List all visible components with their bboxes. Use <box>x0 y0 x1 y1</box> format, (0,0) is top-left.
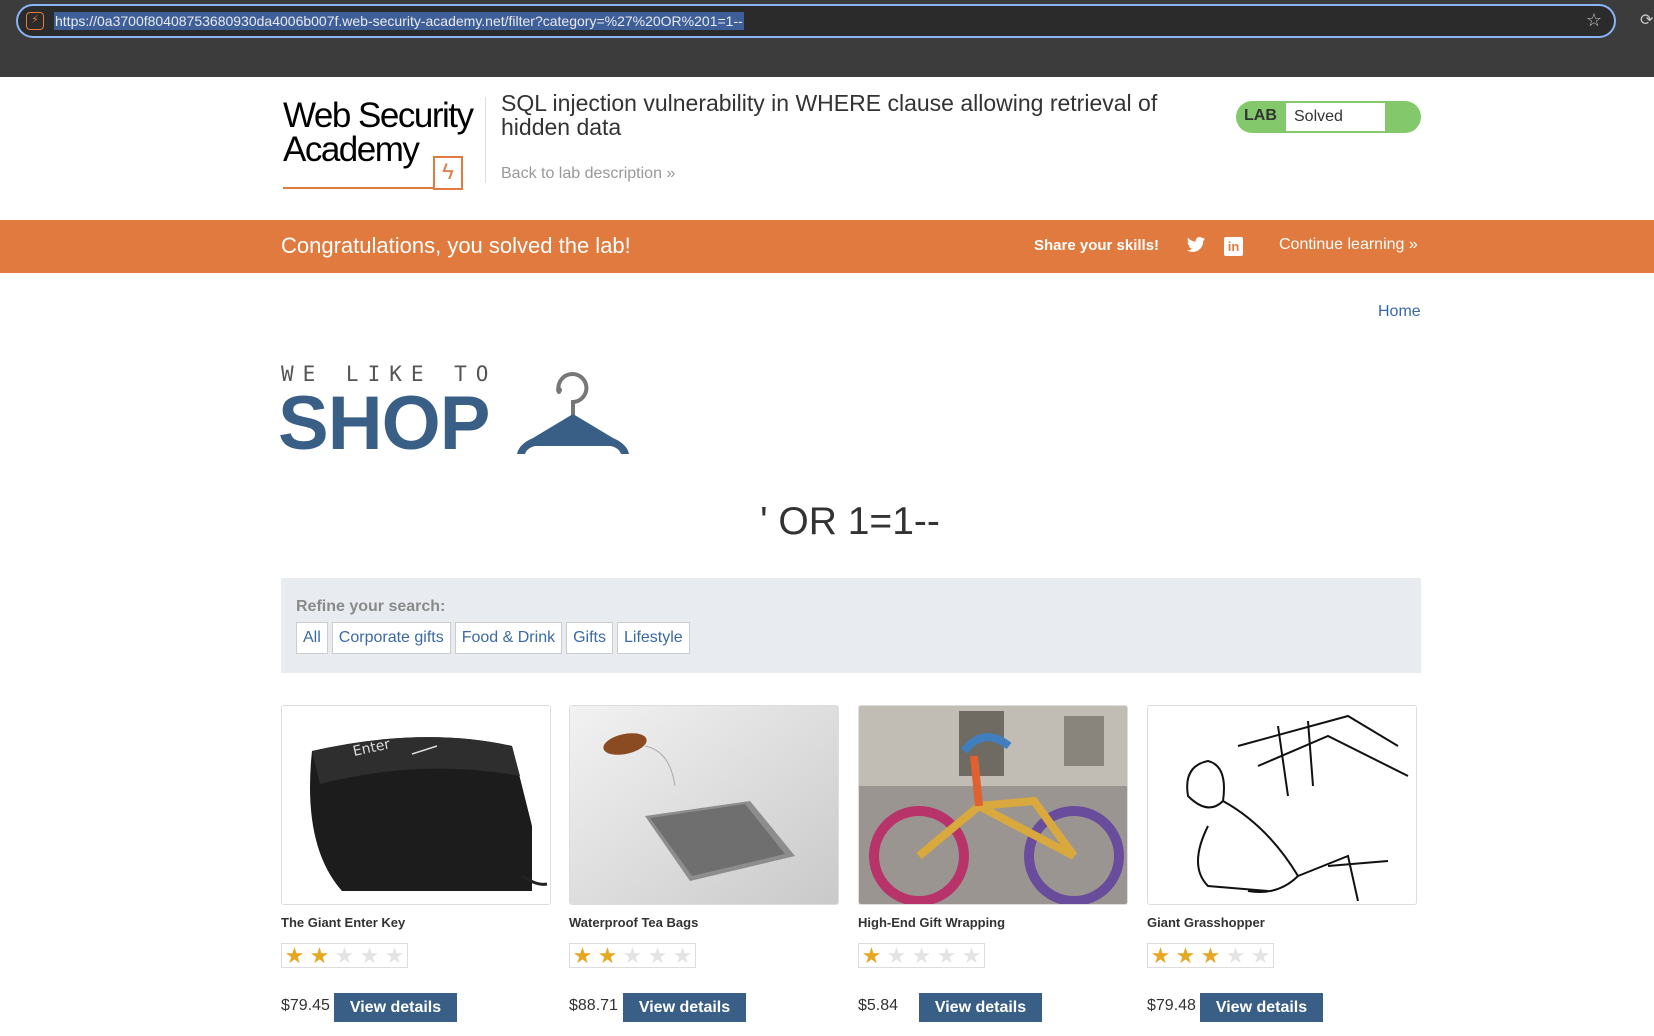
product-card: Giant Grasshopper ★ ★ ★ ★ ★ $79.48 View … <box>1147 705 1417 1022</box>
extensions-icon[interactable]: ⟳ <box>1640 10 1653 30</box>
congratulations-banner: Congratulations, you solved the lab! Sha… <box>0 220 1654 273</box>
lightning-bolt-icon: ϟ <box>433 156 463 190</box>
lab-header: Web Security Academy ϟ SQL injection vul… <box>0 77 1654 220</box>
tea-bag-image <box>570 706 838 904</box>
product-name: The Giant Enter Key <box>281 915 406 930</box>
product-price: $79.48 <box>1147 997 1196 1014</box>
logo-line1: Web Security <box>283 96 474 135</box>
lab-status-badge: LAB Solved <box>1236 101 1421 133</box>
product-price: $79.45 <box>281 997 330 1014</box>
star-rating: ★ ★ ★ ★ ★ <box>1147 943 1274 968</box>
star-filled-icon: ★ <box>1150 943 1171 968</box>
view-details-button[interactable]: View details <box>623 993 746 1022</box>
site-favicon-icon: ⚡ <box>26 12 44 30</box>
logo-underline <box>283 187 433 189</box>
product-card: Enter The Giant Enter Key ★ ★ ★ ★ ★ $79.… <box>281 705 551 1022</box>
knitted-bicycle-image <box>859 706 1127 904</box>
star-filled-icon: ★ <box>597 943 618 968</box>
web-security-academy-logo[interactable]: Web Security Academy ϟ <box>283 96 483 190</box>
banner-message: Congratulations, you solved the lab! <box>281 233 631 258</box>
star-rating: ★ ★ ★ ★ ★ <box>858 943 985 968</box>
star-empty-icon: ★ <box>1225 943 1246 968</box>
product-name: Giant Grasshopper <box>1147 915 1265 930</box>
product-image <box>858 705 1128 905</box>
logo-line2: Academy <box>283 130 420 169</box>
product-image <box>1147 705 1417 905</box>
star-filled-icon: ★ <box>284 943 305 968</box>
shop-brand: SHOP <box>278 381 490 466</box>
star-empty-icon: ★ <box>672 943 693 968</box>
star-filled-icon: ★ <box>572 943 593 968</box>
double-chevron-right-icon: » <box>666 165 676 182</box>
hanger-icon <box>517 372 629 454</box>
linkedin-icon[interactable]: in <box>1224 237 1243 256</box>
star-empty-icon: ★ <box>936 943 957 968</box>
address-bar[interactable]: ⚡ https://0a3700f80408753680930da4006b00… <box>16 4 1616 38</box>
star-filled-icon: ★ <box>1200 943 1221 968</box>
twitter-icon[interactable] <box>1186 235 1206 255</box>
product-image <box>569 705 839 905</box>
search-category-heading: ' OR 1=1-- <box>760 500 940 543</box>
lab-title: SQL injection vulnerability in WHERE cla… <box>501 90 1158 140</box>
filter-all[interactable]: All <box>296 622 328 654</box>
view-details-button[interactable]: View details <box>1200 993 1323 1022</box>
star-rating: ★ ★ ★ ★ ★ <box>281 943 408 968</box>
filter-gifts[interactable]: Gifts <box>566 622 613 654</box>
product-card: High-End Gift Wrapping ★ ★ ★ ★ ★ $5.84 V… <box>858 705 1128 1022</box>
grasshopper-sketch-image <box>1148 706 1416 904</box>
shop-logo: WE LIKE TO SHOP <box>278 362 641 466</box>
refine-search-panel: Refine your search: All Corporate gifts … <box>281 578 1421 673</box>
home-link[interactable]: Home <box>1378 303 1421 321</box>
category-filters: All Corporate gifts Food & Drink Gifts L… <box>296 622 690 654</box>
share-skills-label: Share your skills! <box>1034 237 1160 254</box>
lab-status-label: LAB <box>1244 107 1277 124</box>
star-filled-icon: ★ <box>861 943 882 968</box>
star-empty-icon: ★ <box>961 943 982 968</box>
star-empty-icon: ★ <box>334 943 355 968</box>
product-image: Enter <box>281 705 551 905</box>
star-empty-icon: ★ <box>886 943 907 968</box>
header-divider <box>485 97 486 183</box>
continue-learning-link[interactable]: Continue learning » <box>1279 236 1418 254</box>
product-name: High-End Gift Wrapping <box>858 915 1006 930</box>
url-text[interactable]: https://0a3700f80408753680930da4006b007f… <box>54 12 744 30</box>
star-empty-icon: ★ <box>1250 943 1271 968</box>
filter-lifestyle[interactable]: Lifestyle <box>616 622 690 654</box>
star-empty-icon: ★ <box>647 943 668 968</box>
product-price: $5.84 <box>858 997 899 1014</box>
star-filled-icon: ★ <box>1175 943 1196 968</box>
view-details-button[interactable]: View details <box>334 993 457 1022</box>
lab-status-value: Solved <box>1286 103 1385 131</box>
product-price: $88.71 <box>569 997 618 1014</box>
giant-enter-key-image: Enter <box>282 706 550 904</box>
star-rating: ★ ★ ★ ★ ★ <box>569 943 696 968</box>
bookmark-star-icon[interactable]: ☆ <box>1586 10 1602 31</box>
star-empty-icon: ★ <box>622 943 643 968</box>
star-empty-icon: ★ <box>911 943 932 968</box>
double-chevron-right-icon: » <box>1408 236 1418 253</box>
back-to-lab-description-link[interactable]: Back to lab description » <box>501 165 675 183</box>
product-card: Waterproof Tea Bags ★ ★ ★ ★ ★ $88.71 Vie… <box>569 705 839 1022</box>
product-name: Waterproof Tea Bags <box>569 915 699 930</box>
refine-search-label: Refine your search: <box>296 598 446 615</box>
browser-toolbar: ⚡ https://0a3700f80408753680930da4006b00… <box>0 0 1654 77</box>
view-details-button[interactable]: View details <box>919 993 1042 1022</box>
star-filled-icon: ★ <box>309 943 330 968</box>
star-empty-icon: ★ <box>384 943 405 968</box>
star-empty-icon: ★ <box>359 943 380 968</box>
filter-corporate-gifts[interactable]: Corporate gifts <box>331 622 451 654</box>
filter-food-drink[interactable]: Food & Drink <box>454 622 563 654</box>
